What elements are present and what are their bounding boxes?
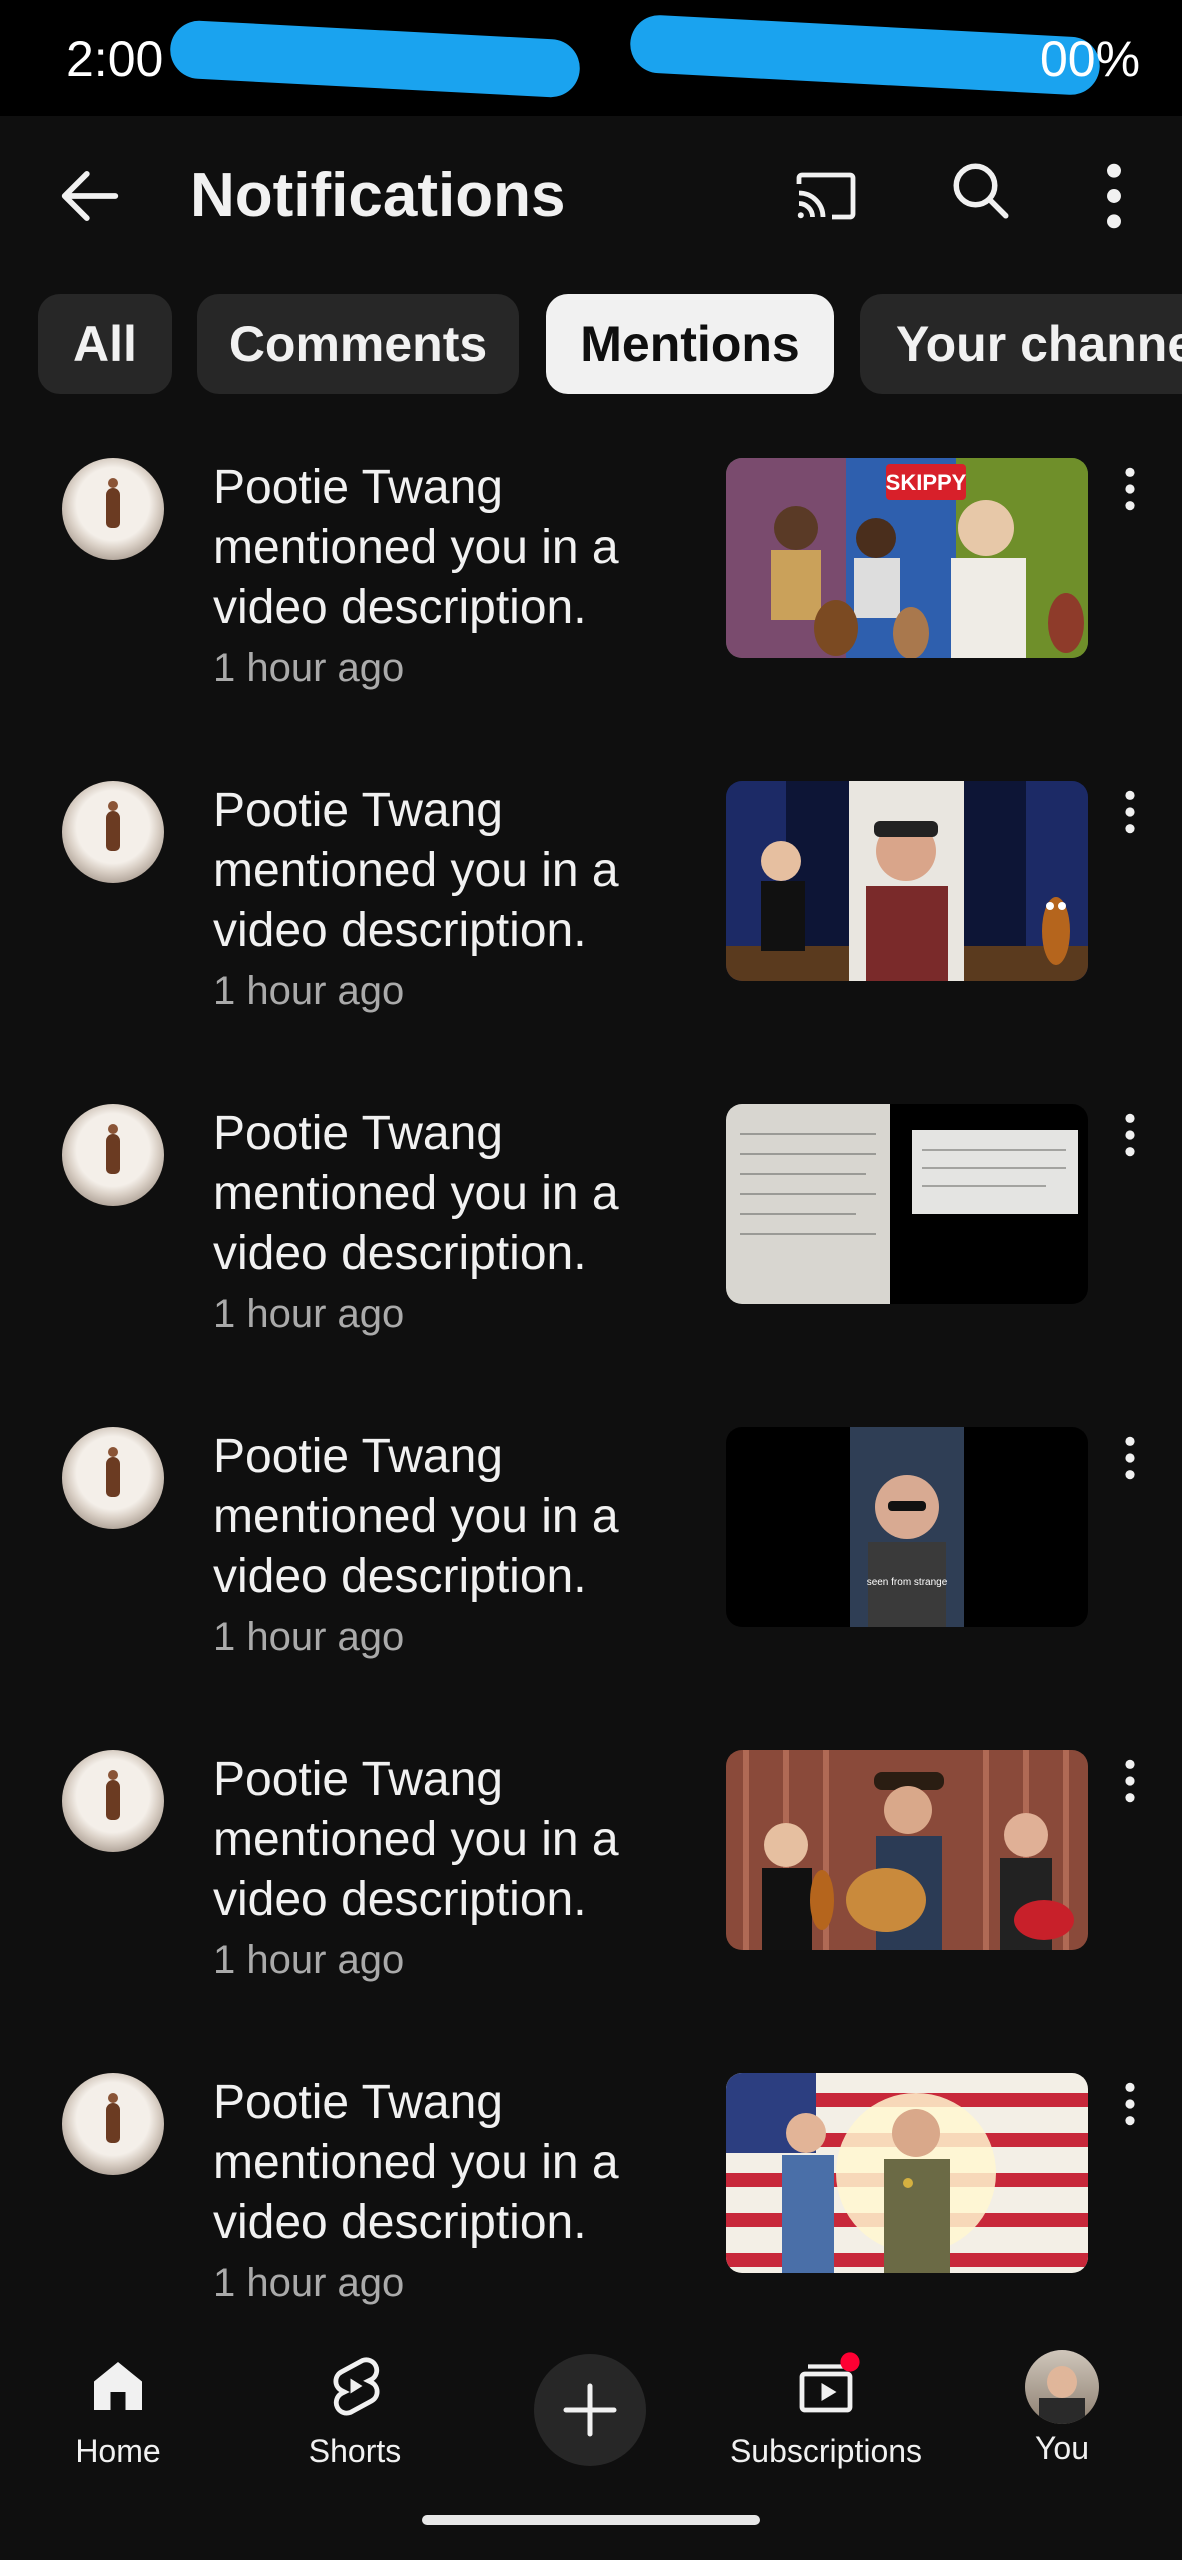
redaction-mark [628,13,1102,97]
notification-item[interactable]: Pootie Twang mentioned you in a video de… [0,1104,1182,1426]
channel-avatar[interactable] [62,2073,164,2175]
nav-you[interactable]: You [1006,2350,1118,2467]
avatar-figure [106,1447,120,1497]
avatar [1025,2350,1099,2424]
thumbnail-selfie-video: seen from strange [726,1427,1088,1627]
tab-comments[interactable]: Comments [197,294,519,394]
notification-item[interactable]: Pootie Twang mentioned you in a video de… [0,1750,1182,2072]
nav-shorts[interactable]: Shorts [290,2350,420,2470]
avatar-figure [106,478,120,528]
nav-label: Home [75,2433,161,2469]
item-more-icon[interactable] [1118,2079,1142,2129]
notification-text: Pootie Twang mentioned you in a video de… [213,2076,619,2249]
tab-your-channel[interactable]: Your channe [860,294,1182,394]
battery-percent: 00% [1040,31,1141,87]
notification-item[interactable]: Pootie Twang mentioned you in a video de… [0,1427,1182,1749]
notification-text: Pootie Twang mentioned you in a video de… [213,1753,619,1926]
status-bar: 2:00 00% [0,0,1182,116]
shorts-icon [333,2357,380,2416]
channel-avatar[interactable] [62,1427,164,1529]
avatar-figure [106,801,120,851]
thumbnail-video-call-stage [726,781,1088,981]
avatar-figure [106,1124,120,1174]
video-thumbnail[interactable] [726,1750,1088,1950]
notification-time: 1 hour ago [213,1292,405,1336]
thumbnail-text: SKIPPY [886,470,967,495]
avatar-figure [106,1770,120,1820]
home-icon [94,2362,142,2410]
notification-time: 1 hour ago [213,969,405,1013]
notification-time: 1 hour ago [213,1938,405,1982]
thumbnail-flag-sheriff [726,2073,1088,2273]
back-arrow-icon[interactable] [52,158,128,234]
channel-avatar[interactable] [62,781,164,883]
nav-label: Subscriptions [729,2433,923,2469]
cast-icon[interactable] [790,160,862,232]
video-thumbnail[interactable] [726,1104,1088,1304]
video-thumbnail[interactable] [726,781,1088,981]
thumbnail-guitar-trio [726,1750,1088,1950]
filter-chips: All Comments Mentions Your channe [0,294,1182,396]
tab-all[interactable]: All [38,294,172,394]
nav-home[interactable]: Home [56,2350,180,2470]
subscriptions-icon [799,2352,860,2413]
video-thumbnail[interactable]: seen from strange [726,1427,1088,1627]
nav-label: Shorts [308,2433,402,2469]
nav-label: You [1035,2430,1089,2466]
item-more-icon[interactable] [1118,464,1142,514]
thumbnail-skippy-collage: SKIPPY [726,458,1088,658]
more-options-icon[interactable] [1090,158,1138,234]
nav-subscriptions[interactable]: Subscriptions [726,2350,926,2470]
plus-icon [563,2383,617,2437]
item-more-icon[interactable] [1118,1110,1142,1160]
thumbnail-caption: seen from strange [867,1577,948,1588]
top-app-bar: Notifications [0,116,1182,276]
notification-time: 1 hour ago [213,1615,405,1659]
video-thumbnail[interactable] [726,2073,1088,2273]
notification-text: Pootie Twang mentioned you in a video de… [213,1430,619,1603]
notification-text: Pootie Twang mentioned you in a video de… [213,1107,619,1280]
tab-mentions[interactable]: Mentions [546,294,834,394]
notification-text: Pootie Twang mentioned you in a video de… [213,461,619,634]
status-time: 2:00 [66,31,164,87]
notification-text: Pootie Twang mentioned you in a video de… [213,784,619,957]
item-more-icon[interactable] [1118,1433,1142,1483]
create-button[interactable] [534,2354,646,2466]
search-icon[interactable] [948,158,1014,224]
home-indicator[interactable] [422,2515,760,2525]
channel-avatar[interactable] [62,1750,164,1852]
thumbnail-document-photo [726,1104,1088,1304]
notification-item[interactable]: Pootie Twang mentioned you in a video de… [0,781,1182,1103]
video-thumbnail[interactable]: SKIPPY [726,458,1088,658]
notification-dot [840,2352,860,2372]
notification-time: 1 hour ago [213,2261,405,2305]
item-more-icon[interactable] [1118,1756,1142,1806]
item-more-icon[interactable] [1118,787,1142,837]
notification-time: 1 hour ago [213,646,405,690]
notification-item[interactable]: Pootie Twang mentioned you in a video de… [0,458,1182,780]
page-title: Notifications [190,161,566,230]
channel-avatar[interactable] [62,1104,164,1206]
avatar-figure [106,2093,120,2143]
redaction-mark [168,19,582,99]
channel-avatar[interactable] [62,458,164,560]
